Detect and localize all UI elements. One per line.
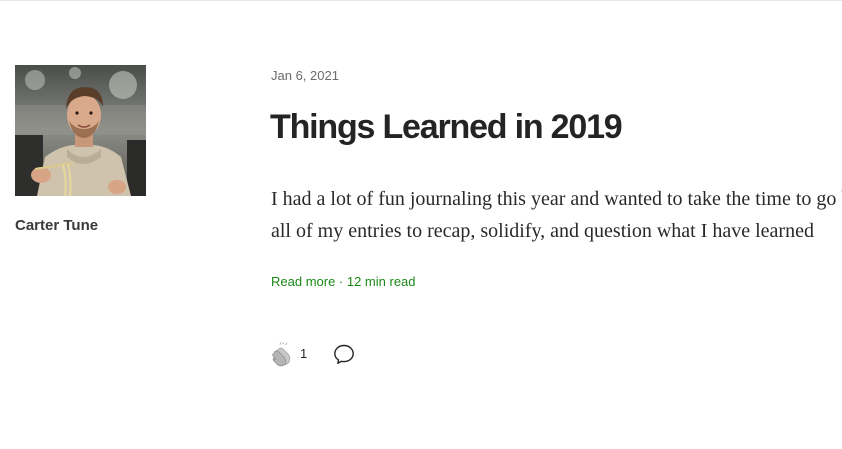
author-name[interactable]: Carter Tune (15, 217, 98, 234)
post-date: Jan 6, 2021 (271, 68, 339, 83)
post-title[interactable]: Things Learned in 2019 (270, 108, 623, 147)
response-button[interactable] (332, 342, 356, 366)
top-divider (0, 0, 842, 1)
post-excerpt-line: I had a lot of fun journaling this year … (271, 188, 842, 210)
speech-bubble-icon (334, 344, 354, 364)
author-avatar[interactable] (15, 65, 146, 196)
clap-icon (272, 342, 291, 367)
author-photo-image (15, 65, 146, 196)
clap-count: 1 (300, 346, 308, 361)
read-more-link[interactable]: Read more · 12 min read (271, 274, 416, 289)
clap-button[interactable] (270, 341, 296, 367)
post-excerpt[interactable]: I had a lot of fun journaling this year … (271, 183, 842, 249)
post-excerpt-line: all of my entries to recap, solidify, an… (271, 220, 814, 242)
